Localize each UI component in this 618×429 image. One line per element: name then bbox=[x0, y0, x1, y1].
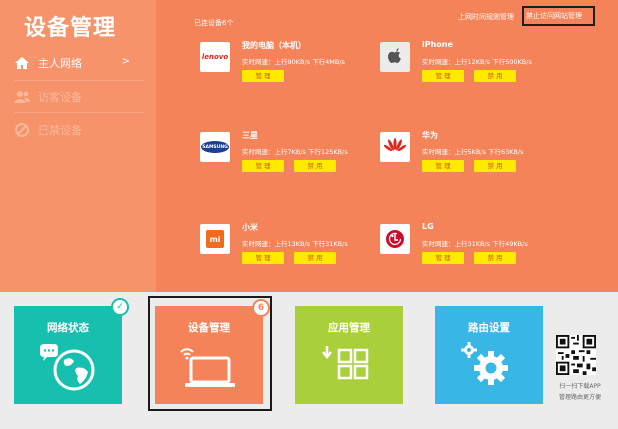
app-window: 设备管理 主人网络 > 访客设备 已禁设备 已连设备6个 上网时间规则管理 禁止… bbox=[0, 0, 618, 429]
sidebar-item-guest-devices[interactable]: 访客设备 bbox=[14, 82, 144, 112]
xiaomi-logo-icon: mi bbox=[200, 224, 230, 254]
device-speed: 实时网速：上行13KB/s 下行31KB/s bbox=[242, 240, 348, 248]
manage-button[interactable]: 管 理 bbox=[242, 252, 284, 264]
device-card: LG 实时网速：上行31KB/s 下行49KB/s 管 理 禁 用 bbox=[380, 222, 560, 282]
block-button[interactable]: 禁 用 bbox=[474, 252, 516, 264]
manage-button[interactable]: 管 理 bbox=[422, 252, 464, 264]
block-button[interactable]: 禁 用 bbox=[474, 70, 516, 82]
block-button[interactable]: 禁 用 bbox=[474, 160, 516, 172]
tile-label: 应用管理 bbox=[328, 322, 370, 334]
qr-caption-line1: 扫一扫下载APP bbox=[559, 383, 601, 390]
page-title: 设备管理 bbox=[24, 16, 117, 41]
block-icon bbox=[15, 123, 29, 137]
top-panel: 设备管理 主人网络 > 访客设备 已禁设备 已连设备6个 上网时间规则管理 禁止… bbox=[0, 0, 618, 292]
globe-chat-icon bbox=[40, 344, 95, 391]
divider bbox=[14, 112, 144, 113]
sidebar-item-label: 主人网络 bbox=[38, 57, 82, 70]
gears-icon bbox=[461, 342, 508, 385]
home-icon bbox=[15, 57, 29, 69]
divider bbox=[14, 80, 144, 81]
device-card: iPhone 实时网速：上行12KB/s 下行500KB/s 管 理 禁 用 bbox=[380, 40, 560, 100]
device-card: mi 小米 实时网速：上行13KB/s 下行31KB/s 管 理 禁 用 bbox=[200, 222, 380, 282]
time-rule-link[interactable]: 上网时间规则管理 bbox=[458, 12, 514, 22]
sidebar: 设备管理 主人网络 > 访客设备 已禁设备 bbox=[0, 0, 156, 292]
qr-code-icon[interactable] bbox=[556, 335, 596, 375]
samsung-logo-icon: SAMSUNG bbox=[200, 132, 230, 162]
device-card: lenovo 我的电脑（本机） 实时网速：上行90KB/s 下行4MB/s 管 … bbox=[200, 40, 380, 100]
device-name: 三星 bbox=[242, 131, 258, 140]
apps-grid-icon bbox=[322, 346, 369, 380]
apple-logo-icon bbox=[380, 42, 410, 72]
manage-button[interactable]: 管 理 bbox=[422, 160, 464, 172]
device-speed: 实时网速：上行5KB/s 下行63KB/s bbox=[422, 148, 524, 156]
device-speed: 实时网速：上行90KB/s 下行4MB/s bbox=[242, 58, 345, 66]
device-card: 华为 实时网速：上行5KB/s 下行63KB/s 管 理 禁 用 bbox=[380, 130, 560, 190]
device-name: 小米 bbox=[242, 223, 258, 232]
manage-button[interactable]: 管 理 bbox=[242, 70, 284, 82]
device-count-badge: 6 bbox=[252, 299, 270, 317]
tile-label: 网络状态 bbox=[47, 322, 89, 334]
huawei-logo-icon bbox=[380, 132, 410, 162]
device-speed: 实时网速：上行7KB/s 下行125KB/s bbox=[242, 148, 348, 156]
device-name: 华为 bbox=[422, 131, 438, 140]
sidebar-item-owner-network[interactable]: 主人网络 > bbox=[14, 48, 144, 78]
device-name: LG bbox=[422, 222, 434, 231]
chevron-right-icon: > bbox=[121, 56, 130, 67]
sidebar-item-label: 已禁设备 bbox=[38, 124, 82, 137]
device-count: 已连设备6个 bbox=[194, 19, 234, 27]
sidebar-item-blocked-devices[interactable]: 已禁设备 bbox=[14, 115, 144, 145]
tile-network-status[interactable]: 网络状态 bbox=[14, 306, 122, 404]
users-icon bbox=[14, 91, 30, 103]
tile-label: 路由设置 bbox=[468, 322, 510, 334]
tile-router-settings[interactable]: 路由设置 bbox=[435, 306, 543, 404]
lg-logo-icon bbox=[380, 224, 410, 254]
manage-button[interactable]: 管 理 bbox=[422, 70, 464, 82]
manage-button[interactable]: 管 理 bbox=[242, 160, 284, 172]
device-speed: 实时网速：上行12KB/s 下行500KB/s bbox=[422, 58, 532, 66]
device-name: iPhone bbox=[422, 40, 453, 49]
device-list-panel: 已连设备6个 上网时间规则管理 禁止访问网站管理 lenovo 我的电脑（本机）… bbox=[156, 0, 618, 292]
qr-caption-line2: 管理路由更方便 bbox=[558, 394, 601, 401]
lenovo-logo-icon: lenovo bbox=[200, 42, 230, 72]
device-name: 我的电脑（本机） bbox=[242, 41, 306, 50]
block-button[interactable]: 禁 用 bbox=[294, 252, 336, 264]
check-badge-icon: ✓ bbox=[111, 298, 129, 316]
block-website-link[interactable]: 禁止访问网站管理 bbox=[522, 6, 595, 26]
device-card: SAMSUNG 三星 实时网速：上行7KB/s 下行125KB/s 管 理 禁 … bbox=[200, 130, 380, 190]
block-button[interactable]: 禁 用 bbox=[294, 160, 336, 172]
sidebar-item-label: 访客设备 bbox=[38, 91, 82, 104]
device-speed: 实时网速：上行31KB/s 下行49KB/s bbox=[422, 240, 528, 248]
tile-app-management[interactable]: 应用管理 bbox=[295, 306, 403, 404]
